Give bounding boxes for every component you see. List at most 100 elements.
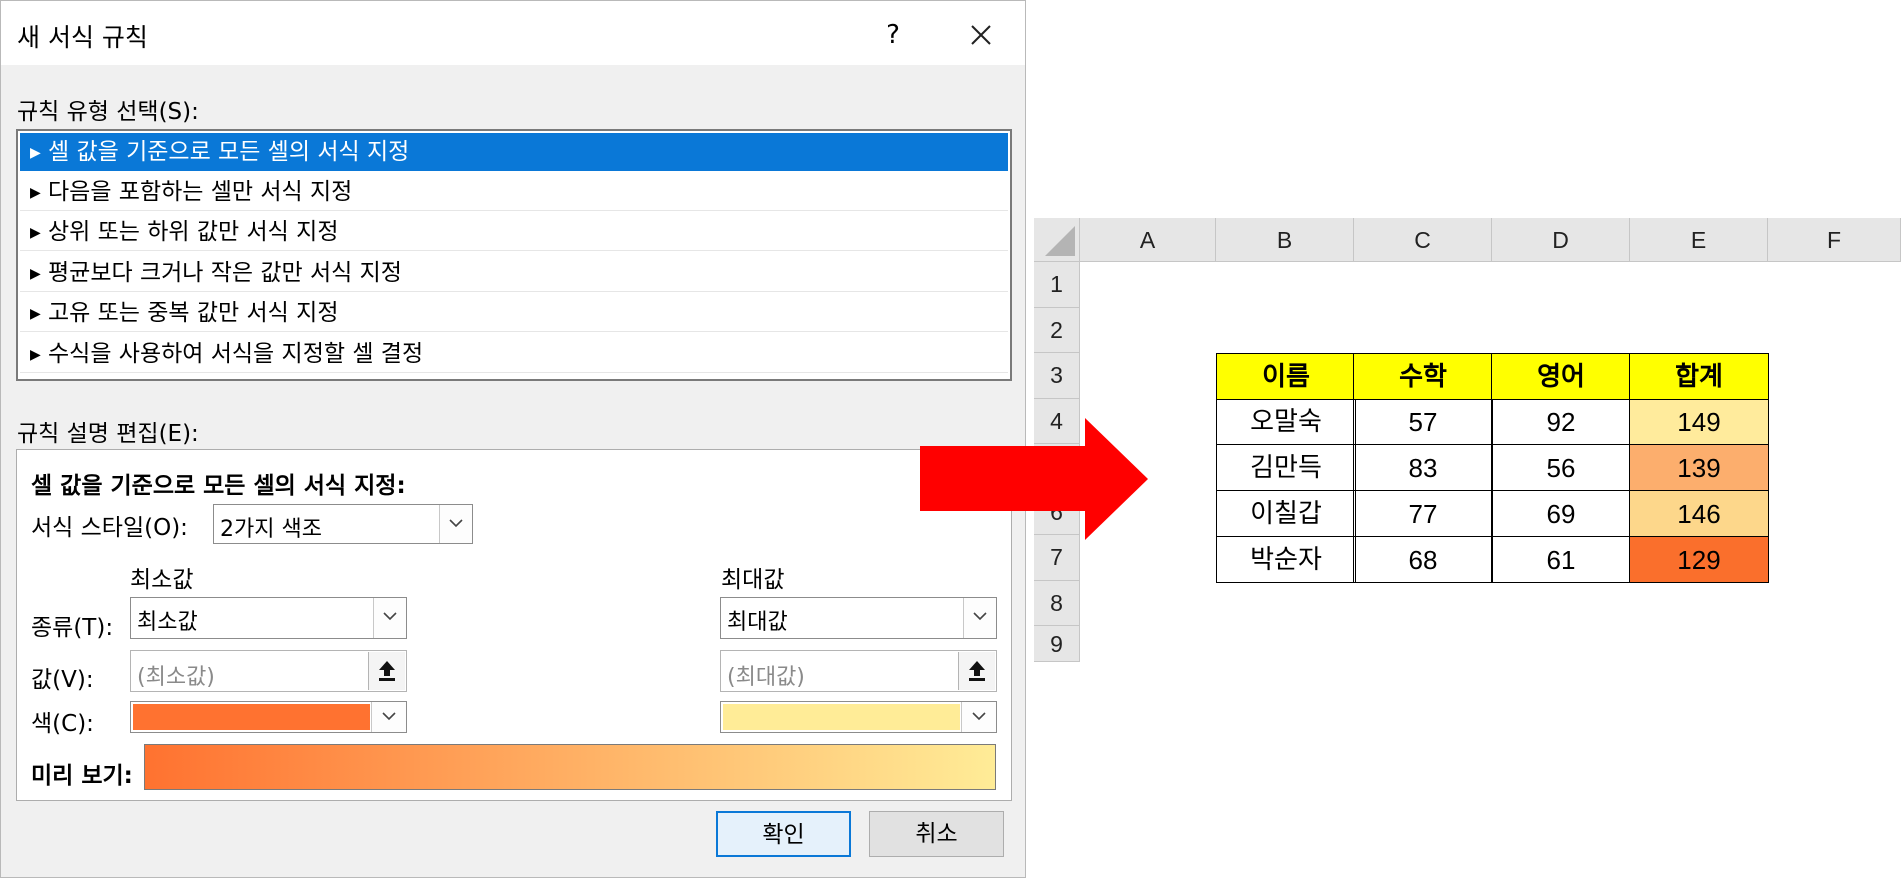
chevron-down-icon bbox=[449, 519, 463, 528]
cancel-button[interactable]: 취소 bbox=[869, 811, 1004, 857]
total-cell[interactable]: 146 bbox=[1629, 490, 1769, 537]
dropdown-button[interactable] bbox=[439, 505, 472, 543]
help-button[interactable]: ? bbox=[871, 15, 915, 55]
rule-type-label: 규칙 유형 선택(S): bbox=[17, 99, 199, 125]
close-button[interactable] bbox=[956, 15, 1006, 55]
upload-arrow-icon bbox=[969, 661, 985, 681]
min-type-value: 최소값 bbox=[137, 610, 198, 635]
total-cell[interactable]: 139 bbox=[1629, 444, 1769, 491]
table-header-cell[interactable]: 합계 bbox=[1629, 353, 1769, 400]
red-arrow-icon bbox=[920, 418, 1148, 540]
table-header-cell[interactable]: 영어 bbox=[1491, 353, 1631, 400]
triangle-right-icon: ▶ bbox=[30, 145, 41, 161]
new-formatting-rule-dialog: 새 서식 규칙 ? 규칙 유형 선택(S): ▶ 셀 값을 기준으로 모든 셀의 … bbox=[0, 0, 1026, 878]
english-cell[interactable]: 92 bbox=[1491, 399, 1631, 445]
math-cell[interactable]: 83 bbox=[1353, 444, 1493, 491]
row-header[interactable]: 8 bbox=[1034, 580, 1080, 626]
row-header[interactable]: 1 bbox=[1034, 262, 1080, 308]
max-color-picker[interactable] bbox=[720, 701, 997, 733]
color-label: 색(C): bbox=[31, 711, 94, 737]
min-header: 최소값 bbox=[130, 567, 194, 593]
column-header[interactable]: B bbox=[1216, 218, 1354, 262]
min-color-swatch bbox=[133, 704, 370, 730]
close-icon bbox=[971, 25, 991, 45]
chevron-down-icon bbox=[972, 712, 986, 721]
max-header: 최대값 bbox=[721, 567, 785, 593]
ok-button[interactable]: 확인 bbox=[716, 811, 851, 857]
max-color-swatch bbox=[723, 704, 960, 730]
math-cell[interactable]: 68 bbox=[1353, 536, 1493, 583]
total-cell[interactable]: 149 bbox=[1629, 399, 1769, 445]
collapse-dialog-button[interactable] bbox=[958, 652, 995, 690]
min-value-placeholder: (최소값) bbox=[137, 665, 215, 690]
rule-type-text: 고유 또는 중복 값만 서식 지정 bbox=[48, 300, 339, 326]
upload-arrow-icon bbox=[379, 661, 395, 681]
value-label: 값(V): bbox=[31, 667, 94, 693]
table-header-cell[interactable]: 수학 bbox=[1353, 353, 1493, 400]
row-header[interactable]: 2 bbox=[1034, 307, 1080, 353]
column-header[interactable]: E bbox=[1630, 218, 1768, 262]
edit-rule-label: 규칙 설명 편집(E): bbox=[17, 421, 199, 447]
name-cell[interactable]: 이칠갑 bbox=[1216, 490, 1356, 537]
max-type-select[interactable]: 최대값 bbox=[720, 597, 997, 639]
total-cell[interactable]: 129 bbox=[1629, 536, 1769, 583]
preview-label: 미리 보기: bbox=[31, 763, 133, 789]
dialog-titlebar: 새 서식 규칙 ? bbox=[1, 1, 1025, 65]
collapse-dialog-button[interactable] bbox=[368, 652, 405, 690]
triangle-right-icon: ▶ bbox=[30, 347, 41, 363]
triangle-right-icon: ▶ bbox=[30, 185, 41, 201]
column-header[interactable]: F bbox=[1768, 218, 1901, 262]
rule-type-item[interactable]: ▶ 평균보다 크거나 작은 값만 서식 지정 bbox=[20, 254, 1008, 292]
rule-type-item[interactable]: ▶ 다음을 포함하는 셀만 서식 지정 bbox=[20, 173, 1008, 211]
name-cell[interactable]: 박순자 bbox=[1216, 536, 1356, 583]
rule-type-item[interactable]: ▶ 셀 값을 기준으로 모든 셀의 서식 지정 bbox=[20, 133, 1008, 171]
row-header[interactable]: 3 bbox=[1034, 353, 1080, 399]
row-header[interactable]: 7 bbox=[1034, 535, 1080, 581]
format-style-select[interactable]: 2가지 색조 bbox=[213, 504, 473, 544]
rule-type-text: 셀 값을 기준으로 모든 셀의 서식 지정 bbox=[48, 139, 410, 165]
gradient-preview bbox=[144, 744, 996, 790]
triangle-right-icon: ▶ bbox=[30, 306, 41, 322]
column-header[interactable]: D bbox=[1492, 218, 1630, 262]
english-cell[interactable]: 56 bbox=[1491, 444, 1631, 491]
edit-heading: 셀 값을 기준으로 모든 셀의 서식 지정: bbox=[31, 473, 406, 499]
format-style-value: 2가지 색조 bbox=[220, 517, 322, 542]
row-header[interactable]: 9 bbox=[1034, 626, 1080, 662]
triangle-right-icon: ▶ bbox=[30, 225, 41, 241]
rule-type-text: 평균보다 크거나 작은 값만 서식 지정 bbox=[48, 260, 402, 286]
name-cell[interactable]: 오말숙 bbox=[1216, 399, 1356, 445]
dropdown-button[interactable] bbox=[373, 598, 406, 638]
rule-type-text: 다음을 포함하는 셀만 서식 지정 bbox=[48, 179, 353, 205]
rule-type-list[interactable]: ▶ 셀 값을 기준으로 모든 셀의 서식 지정 ▶ 다음을 포함하는 셀만 서식 지… bbox=[16, 129, 1012, 381]
rule-type-item[interactable]: ▶ 상위 또는 하위 값만 서식 지정 bbox=[20, 213, 1008, 251]
chevron-down-icon bbox=[382, 712, 396, 721]
max-value-input[interactable]: (최대값) bbox=[720, 650, 997, 692]
chevron-down-icon bbox=[383, 612, 397, 621]
type-label: 종류(T): bbox=[31, 615, 114, 641]
corner-triangle-icon bbox=[1045, 226, 1075, 256]
table-header-cell[interactable]: 이름 bbox=[1216, 353, 1356, 400]
math-cell[interactable]: 77 bbox=[1353, 490, 1493, 537]
rule-type-item[interactable]: ▶ 수식을 사용하여 서식을 지정할 셀 결정 bbox=[20, 335, 1008, 373]
min-type-select[interactable]: 최소값 bbox=[130, 597, 407, 639]
min-color-picker[interactable] bbox=[130, 701, 407, 733]
chevron-down-icon bbox=[973, 612, 987, 621]
triangle-right-icon: ▶ bbox=[30, 266, 41, 282]
dropdown-button[interactable] bbox=[963, 598, 996, 638]
rule-type-text: 상위 또는 하위 값만 서식 지정 bbox=[48, 219, 339, 245]
column-header[interactable]: C bbox=[1354, 218, 1492, 262]
math-cell[interactable]: 57 bbox=[1353, 399, 1493, 445]
english-cell[interactable]: 69 bbox=[1491, 490, 1631, 537]
dropdown-button[interactable] bbox=[371, 702, 406, 732]
column-header[interactable]: A bbox=[1080, 218, 1216, 262]
select-all-corner[interactable] bbox=[1034, 218, 1080, 262]
max-type-value: 최대값 bbox=[727, 610, 788, 635]
name-cell[interactable]: 김만득 bbox=[1216, 444, 1356, 491]
min-value-input[interactable]: (최소값) bbox=[130, 650, 407, 692]
spreadsheet: ABCDEF 123456789 이름수학영어합계오말숙5792149김만득83… bbox=[1034, 218, 1901, 662]
english-cell[interactable]: 61 bbox=[1491, 536, 1631, 583]
dropdown-button[interactable] bbox=[961, 702, 996, 732]
rule-type-text: 수식을 사용하여 서식을 지정할 셀 결정 bbox=[48, 341, 424, 367]
format-style-label: 서식 스타일(O): bbox=[31, 515, 188, 541]
rule-type-item[interactable]: ▶ 고유 또는 중복 값만 서식 지정 bbox=[20, 294, 1008, 332]
